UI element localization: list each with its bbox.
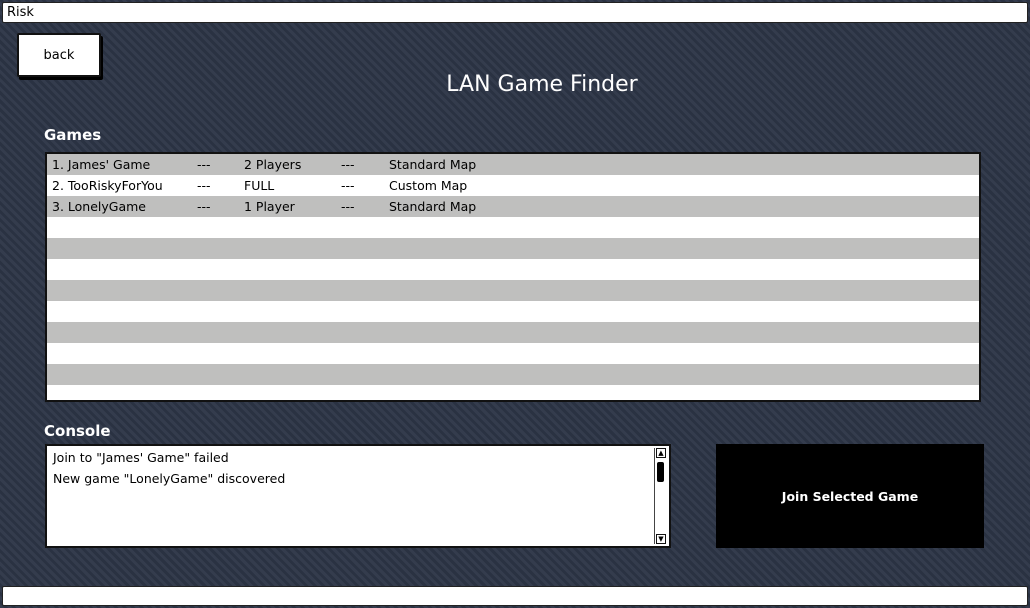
empty-row	[47, 280, 979, 301]
console-scrollbar[interactable]: ▲ ▼	[654, 448, 667, 544]
scroll-thumb[interactable]	[657, 462, 664, 482]
empty-row	[47, 364, 979, 385]
game-row[interactable]: 3. LonelyGame --- 1 Player --- Standard …	[47, 196, 979, 217]
window-title: Risk	[7, 5, 34, 20]
game-name: 1. James' Game	[52, 157, 151, 172]
separator: ---	[197, 178, 211, 193]
empty-row	[47, 343, 979, 364]
separator: ---	[197, 157, 211, 172]
game-map: Custom Map	[389, 178, 468, 193]
status-bar	[2, 586, 1028, 606]
console-line: Join to "James' Game" failed	[53, 450, 229, 465]
game-map: Standard Map	[389, 199, 477, 214]
back-button[interactable]: back	[17, 33, 101, 77]
game-players: 1 Player	[244, 199, 295, 214]
game-name: 3. LonelyGame	[52, 199, 146, 214]
separator: ---	[197, 199, 211, 214]
separator: ---	[341, 157, 355, 172]
games-list[interactable]: 1. James' Game --- 2 Players --- Standar…	[45, 152, 981, 402]
join-selected-game-button[interactable]: Join Selected Game	[716, 444, 984, 548]
game-players: 2 Players	[244, 157, 302, 172]
empty-row	[47, 322, 979, 343]
empty-row	[47, 217, 979, 238]
empty-row	[47, 259, 979, 280]
games-label: Games	[44, 126, 102, 144]
empty-row	[47, 238, 979, 259]
window-titlebar: Risk	[2, 2, 1028, 23]
up-arrow-icon[interactable]: ▲	[656, 448, 666, 458]
empty-row	[47, 301, 979, 322]
console-label: Console	[44, 422, 111, 440]
down-arrow-icon[interactable]: ▼	[656, 534, 666, 544]
game-map: Standard Map	[389, 157, 477, 172]
game-name: 2. TooRiskyForYou	[52, 178, 163, 193]
page-title: LAN Game Finder	[446, 72, 638, 97]
separator: ---	[341, 199, 355, 214]
separator: ---	[341, 178, 355, 193]
game-players: FULL	[244, 178, 275, 193]
console-output[interactable]: Join to "James' Game" failed New game "L…	[45, 444, 671, 548]
empty-row	[47, 385, 979, 400]
console-line: New game "LonelyGame" discovered	[53, 471, 286, 486]
game-row[interactable]: 1. James' Game --- 2 Players --- Standar…	[47, 154, 979, 175]
game-row[interactable]: 2. TooRiskyForYou --- FULL --- Custom Ma…	[47, 175, 979, 196]
